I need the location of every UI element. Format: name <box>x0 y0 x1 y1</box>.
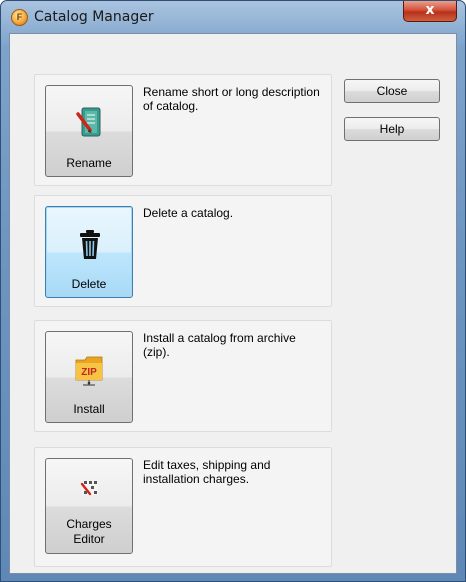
install-description: Install a catalog from archive (zip). <box>143 331 296 359</box>
app-icon: F <box>11 9 28 26</box>
svg-text:ZIP: ZIP <box>81 367 97 378</box>
rename-button[interactable]: Rename <box>45 85 133 177</box>
delete-row: Delete Delete a catalog. <box>34 195 332 307</box>
trash-can-icon <box>80 230 100 259</box>
install-button-label: Install <box>73 402 105 416</box>
notebook-pencil-icon <box>76 107 101 137</box>
charges-editor-button[interactable]: Charges Editor <box>45 458 133 554</box>
title-bar[interactable]: F Catalog Manager x <box>1 1 465 33</box>
charges-editor-description: Edit taxes, shipping and installation ch… <box>143 458 271 486</box>
charges-editor-row: Charges Editor Edit taxes, shipping and … <box>34 447 332 567</box>
rename-button-label: Rename <box>66 156 112 170</box>
dialog-body: Rename Rename short or long description … <box>9 33 457 574</box>
install-button[interactable]: ZIP Install <box>45 331 133 423</box>
catalog-manager-window: F Catalog Manager x Rename Rename short … <box>0 0 466 582</box>
charges-editor-button-label: Charges Editor <box>46 517 132 547</box>
delete-button[interactable]: Delete <box>45 206 133 298</box>
charges-editor-label-line1: Charges <box>66 517 112 531</box>
zip-folder-icon: ZIP <box>75 356 103 386</box>
rename-row: Rename Rename short or long description … <box>34 74 332 186</box>
delete-description: Delete a catalog. <box>143 206 234 220</box>
delete-button-label: Delete <box>71 277 107 291</box>
help-button[interactable]: Help <box>344 117 440 141</box>
window-title: Catalog Manager <box>34 9 154 25</box>
charges-editor-label-line2: Editor <box>73 532 105 546</box>
window-close-button[interactable]: x <box>403 1 457 22</box>
rename-description: Rename short or long description of cata… <box>143 85 320 113</box>
install-row: ZIP Install Install a catalog from archi… <box>34 320 332 432</box>
charges-editor-icon <box>80 481 98 496</box>
close-button[interactable]: Close <box>344 79 440 103</box>
